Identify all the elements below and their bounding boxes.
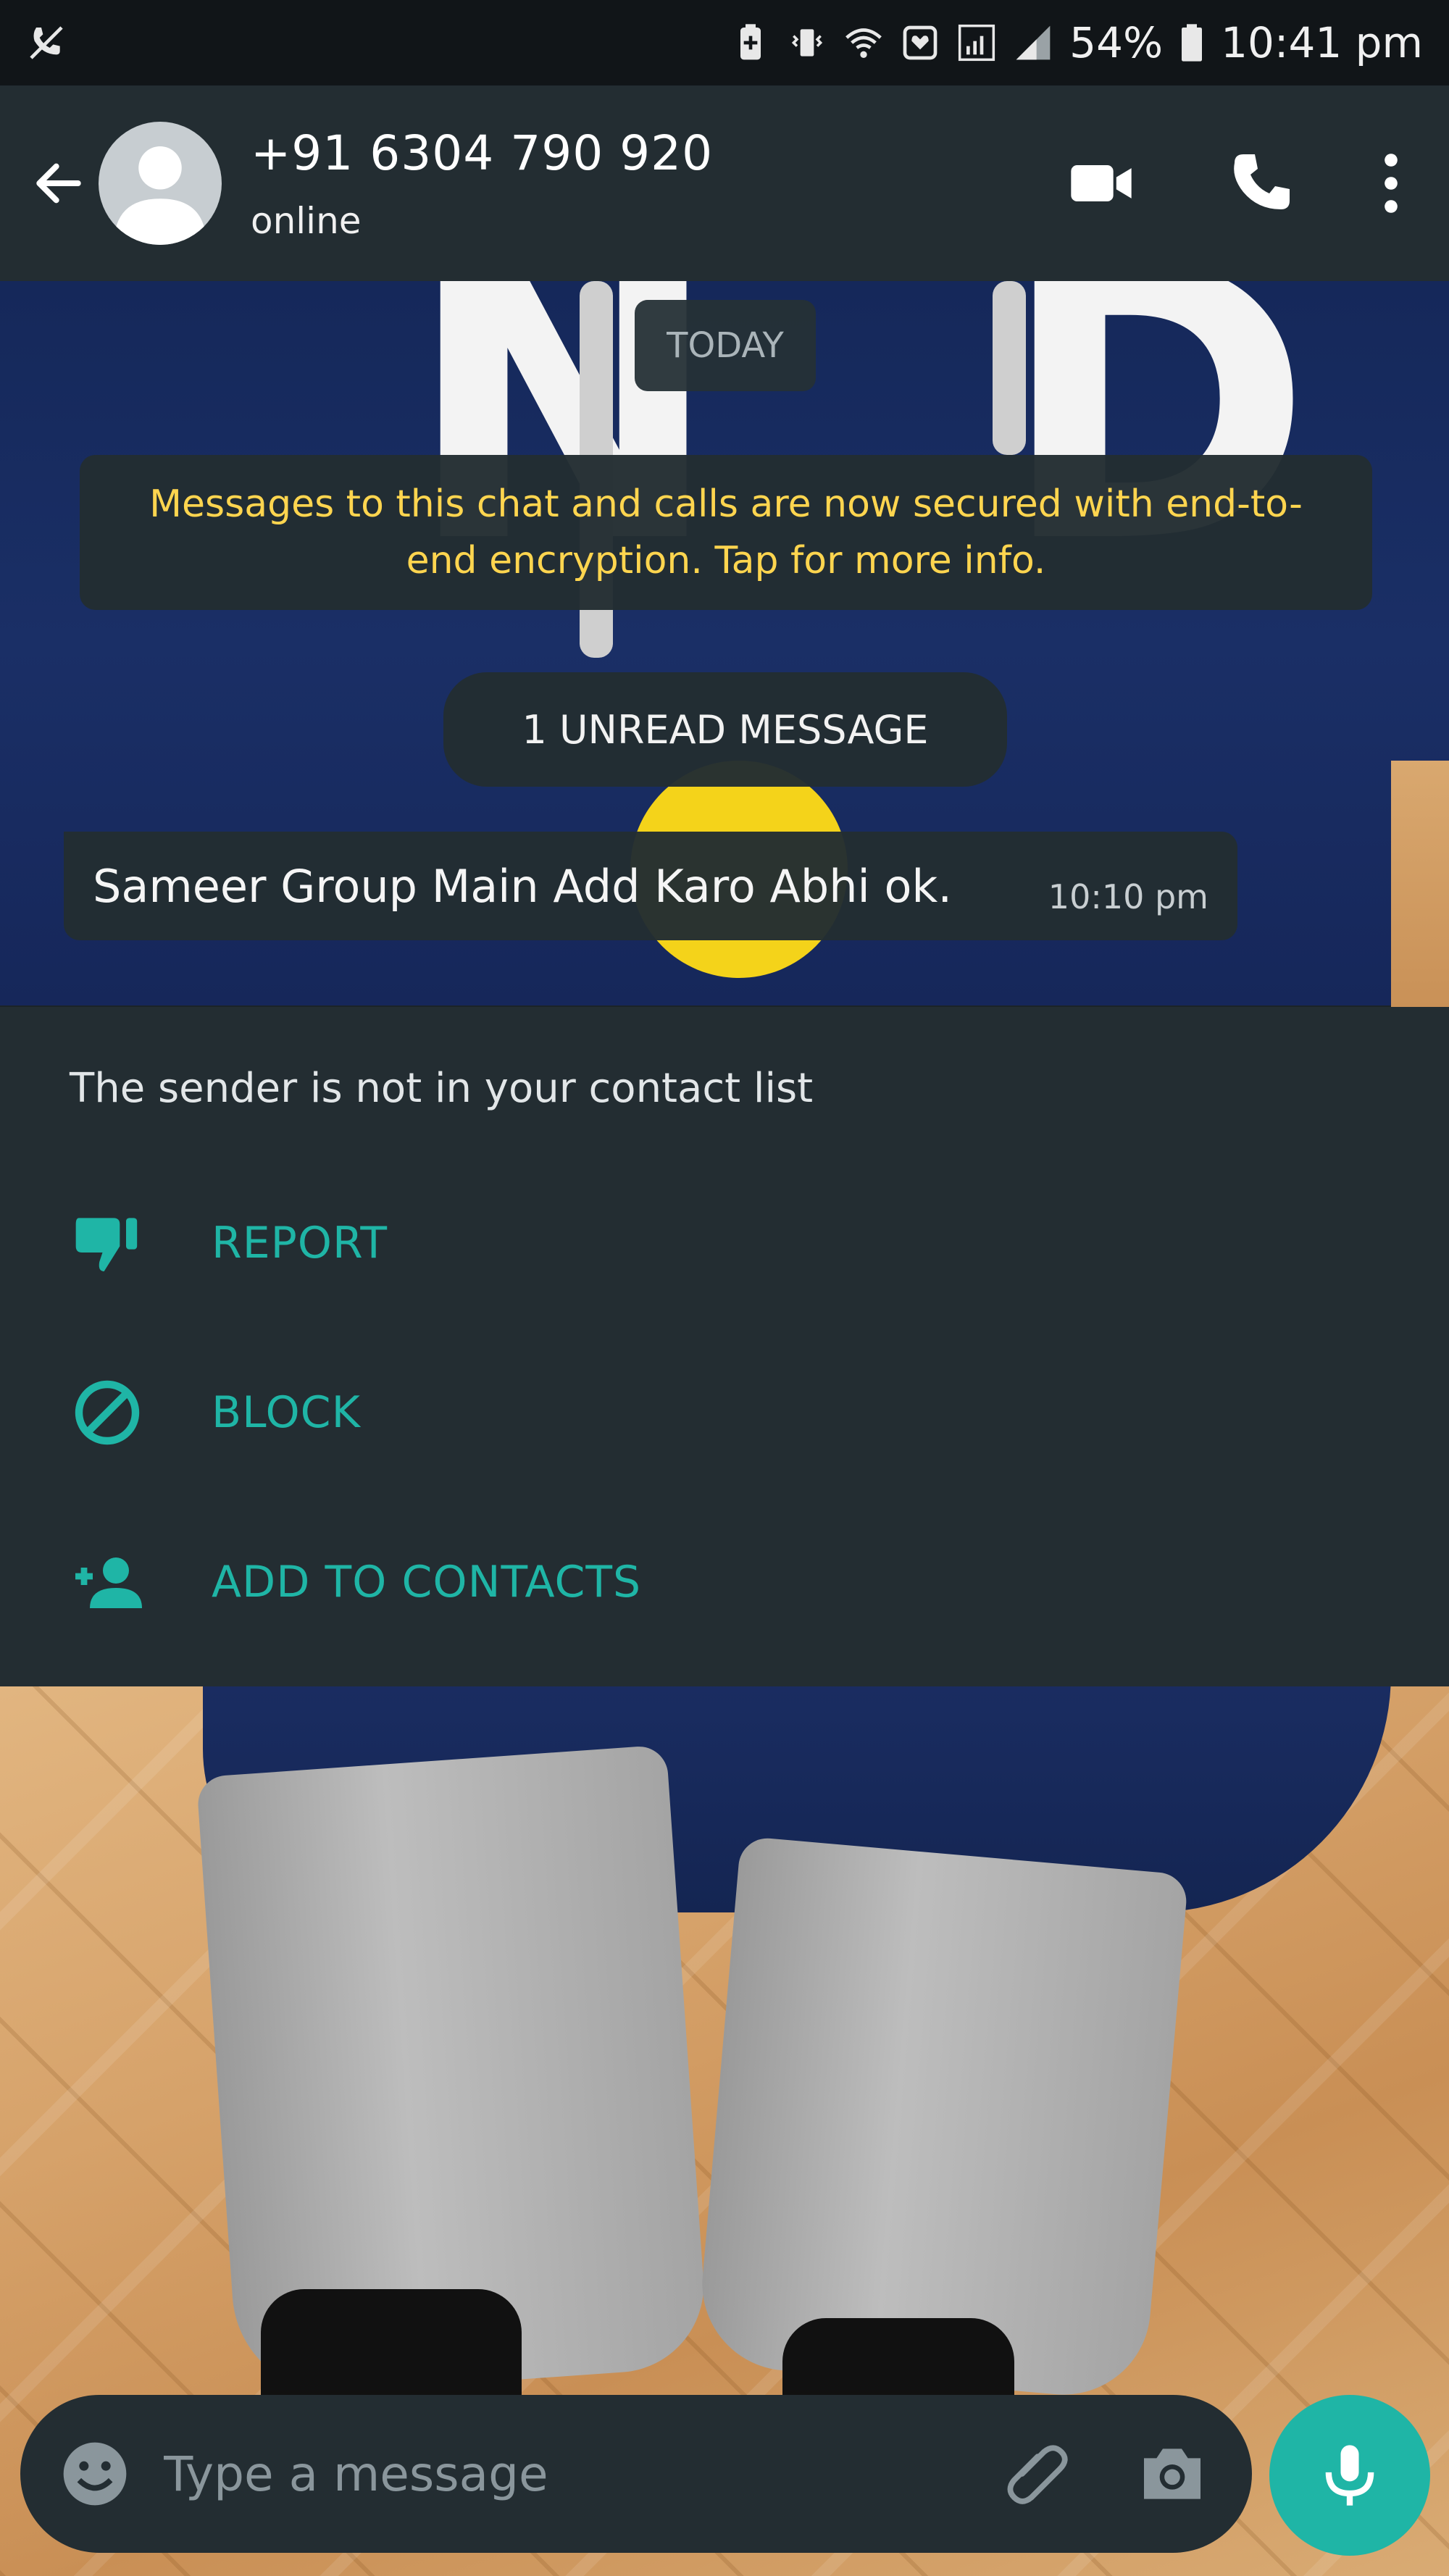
more-options-button[interactable] [1333,125,1449,241]
contact-info[interactable]: +91 6304 790 920 online [251,125,1043,242]
voice-message-button[interactable] [1269,2395,1430,2556]
signal-icon [956,22,997,63]
wallpaper-pant [695,1836,1189,2402]
arrow-left-icon [36,163,81,204]
report-button[interactable]: REPORT [70,1192,794,1294]
add-to-contacts-button[interactable]: ADD TO CONTACTS [70,1531,794,1633]
thumbs-down-icon [70,1205,145,1281]
mic-icon [1325,2445,1374,2506]
default-avatar-icon [114,146,206,245]
unread-divider: 1 UNREAD MESSAGE [443,672,1007,787]
report-label: REPORT [212,1218,388,1268]
back-button[interactable] [26,140,91,227]
message-text: Sameer Group Main Add Karo Abhi ok. [93,859,953,913]
wifi-icon [843,22,884,63]
emoji-button[interactable] [55,2434,135,2514]
message-composer [20,2395,1252,2553]
more-options-icon [1385,154,1398,213]
add-contact-icon [70,1544,145,1620]
encryption-notice[interactable]: Messages to this chat and calls are now … [80,455,1372,610]
video-call-button[interactable] [1043,125,1159,241]
video-call-icon [1071,165,1132,201]
contact-number: +91 6304 790 920 [251,125,714,181]
no-phone-icon [26,22,67,63]
unknown-sender-panel: The sender is not in your contact list R… [0,1007,1449,1686]
camera-button[interactable] [1122,2423,1223,2525]
chat-messages: TODAY Messages to this chat and calls ar… [0,281,1449,1007]
voice-call-button[interactable] [1203,125,1319,241]
date-divider: TODAY [635,300,816,391]
message-time: 10:10 pm [1048,877,1208,916]
block-icon [70,1375,145,1450]
incoming-message[interactable]: Sameer Group Main Add Karo Abhi ok. 10:1… [64,832,1237,940]
battery-saver-icon [730,22,771,63]
clock: 10:41 pm [1221,18,1423,67]
add-to-contacts-label: ADD TO CONTACTS [212,1557,642,1607]
status-bar: 54% 10:41 pm [0,0,1449,85]
camera-icon [1144,2449,1200,2499]
voice-call-icon [1234,154,1290,209]
unknown-sender-title: The sender is not in your contact list [70,1065,814,1112]
avatar[interactable] [99,122,222,245]
contact-status: online [251,199,362,242]
attach-icon [1007,2445,1068,2504]
chat-header: +91 6304 790 920 online [0,85,1449,281]
block-label: BLOCK [212,1387,361,1438]
attach-button[interactable] [984,2423,1085,2525]
emoji-icon [63,2442,127,2506]
battery-icon [1179,22,1205,63]
battery-percent: 54% [1069,18,1164,67]
block-button[interactable]: BLOCK [70,1362,794,1463]
message-input[interactable] [164,2430,984,2517]
signal-strength-icon [1013,22,1053,63]
notification-icon [900,22,940,63]
vibrate-icon [787,22,827,63]
